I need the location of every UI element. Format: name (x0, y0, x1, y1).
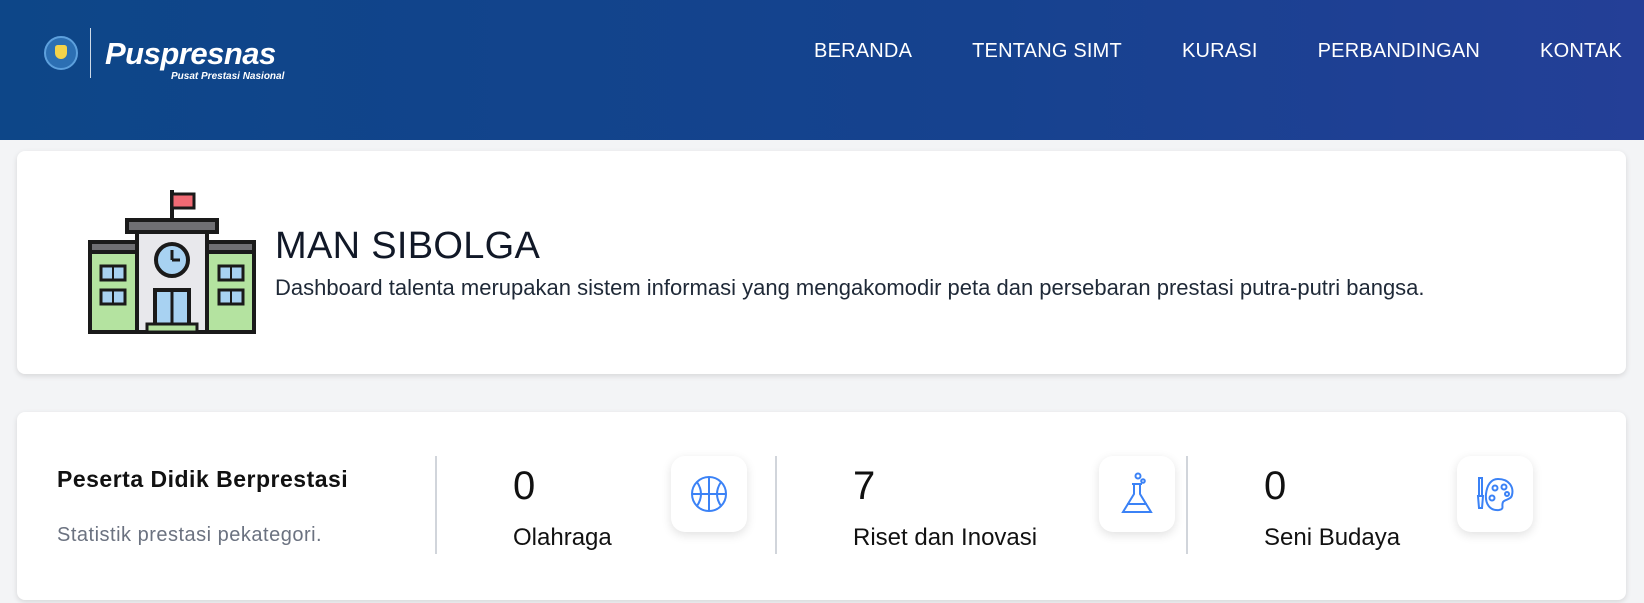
kemendikbud-emblem-icon (44, 36, 78, 70)
brand-tagline: Pusat Prestasi Nasional (171, 70, 285, 82)
stats-subtitle: Statistik prestasi pekategori. (57, 524, 323, 546)
stat-seni-label: Seni Budaya (1264, 524, 1401, 551)
main-nav: BERANDA TENTANG SIMT KURASI PERBANDINGAN… (754, 40, 1622, 63)
stats-divider (435, 456, 437, 554)
brand-logo[interactable]: Puspresnas Pusat Prestasi Nasional (44, 26, 284, 82)
stat-seni-value: 0 (1264, 464, 1287, 508)
stat-riset-value: 7 (853, 464, 876, 508)
nav-tentang-simt[interactable]: TENTANG SIMT (972, 40, 1122, 63)
stats-card: Peserta Didik Berprestasi Statistik pres… (17, 412, 1626, 600)
nav-kontak[interactable]: KONTAK (1540, 40, 1622, 63)
school-building-icon (88, 190, 256, 334)
logo-separator (90, 28, 91, 78)
flask-icon (1121, 472, 1153, 513)
palette-icon (1476, 477, 1514, 512)
school-description: Dashboard talenta merupakan sistem infor… (275, 275, 1425, 300)
stat-riset-label: Riset dan Inovasi (853, 524, 1038, 551)
stat-olahraga-value: 0 (513, 464, 536, 508)
nav-perbandingan[interactable]: PERBANDINGAN (1318, 40, 1480, 63)
stat-olahraga-label: Olahraga (513, 524, 612, 551)
basketball-icon (691, 476, 727, 512)
brand-text: Puspresnas Pusat Prestasi Nasional (105, 35, 284, 82)
nav-kurasi[interactable]: KURASI (1182, 40, 1258, 63)
stat-riset-icon-box (1099, 456, 1175, 532)
top-navbar: Puspresnas Pusat Prestasi Nasional BERAN… (0, 0, 1644, 140)
stat-seni-icon-box (1457, 456, 1533, 532)
school-name: MAN SIBOLGA (275, 225, 541, 267)
stats-title: Peserta Didik Berprestasi (57, 466, 349, 492)
nav-beranda[interactable]: BERANDA (814, 40, 912, 63)
stats-divider (775, 456, 777, 554)
stats-divider (1186, 456, 1188, 554)
school-card: MAN SIBOLGA Dashboard talenta merupakan … (17, 151, 1626, 374)
stat-olahraga-icon-box (671, 456, 747, 532)
brand-name: Puspresnas (105, 35, 276, 71)
